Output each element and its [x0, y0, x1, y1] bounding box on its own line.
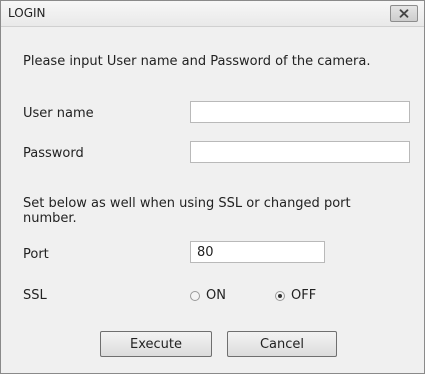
radio-checked-icon [275, 290, 285, 301]
password-input[interactable] [190, 141, 410, 163]
ssl-off-radio[interactable]: OFF [275, 288, 316, 303]
ssl-off-label: OFF [291, 288, 317, 303]
execute-button[interactable]: Execute [100, 331, 212, 357]
username-input[interactable] [190, 101, 410, 123]
close-button[interactable] [390, 5, 418, 22]
ssl-label: SSL [23, 288, 47, 303]
radio-unchecked-icon [190, 290, 200, 301]
dialog-body: Please input User name and Password of t… [1, 27, 424, 373]
ssl-note-text: Set below as well when using SSL or chan… [23, 196, 351, 226]
login-dialog: LOGIN Please input User name and Passwor… [0, 0, 425, 374]
ssl-on-label: ON [206, 288, 226, 303]
close-icon [399, 9, 409, 18]
cancel-button[interactable]: Cancel [227, 331, 337, 357]
port-label: Port [23, 247, 49, 262]
instruction-text: Please input User name and Password of t… [23, 54, 371, 69]
title-bar[interactable]: LOGIN [1, 1, 424, 27]
ssl-on-radio[interactable]: ON [190, 288, 226, 303]
password-label: Password [23, 146, 84, 161]
username-label: User name [23, 106, 94, 121]
port-input[interactable] [190, 241, 325, 263]
window-title: LOGIN [8, 6, 46, 20]
